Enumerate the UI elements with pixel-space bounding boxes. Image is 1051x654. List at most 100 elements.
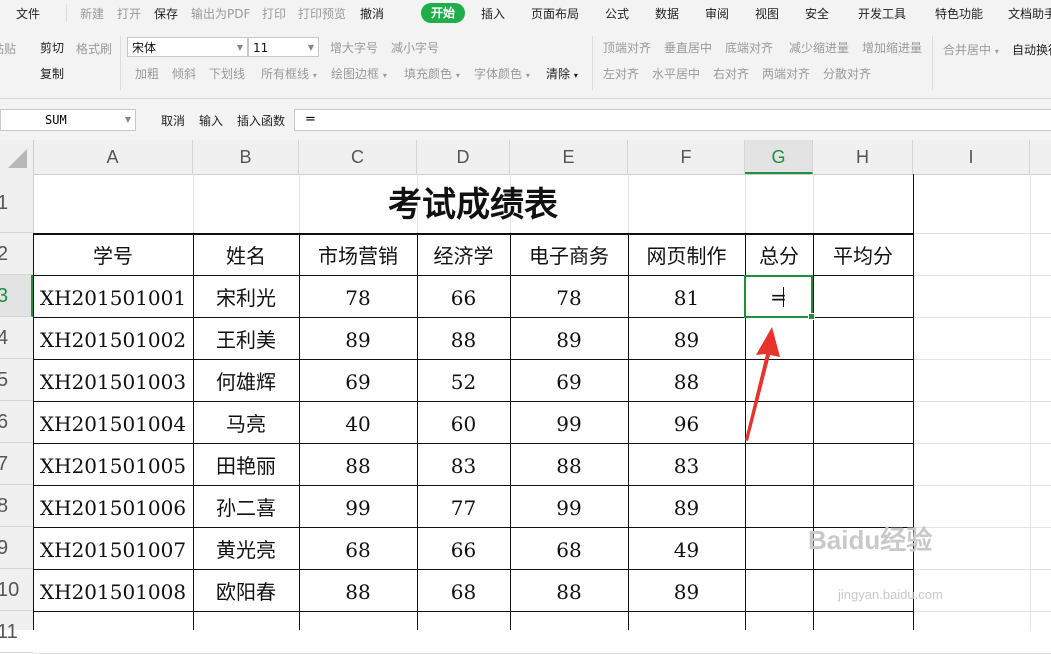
table-cell[interactable]: XH201501004 (33, 401, 193, 443)
table-cell[interactable]: 78 (299, 275, 417, 317)
shrink-font-button[interactable]: 减小字号 (391, 40, 439, 56)
table-cell[interactable]: 52 (417, 359, 510, 401)
justify-button[interactable]: 两端对齐 (762, 66, 810, 82)
paste-button[interactable]: 粘贴 (0, 41, 16, 57)
cancel-button[interactable]: 取消 (161, 113, 185, 129)
table-cell[interactable]: 69 (510, 359, 628, 401)
insert-function-button[interactable]: 插入函数 (237, 113, 285, 129)
tab-doc-assistant[interactable]: 文档助手 (1008, 5, 1051, 23)
increase-indent-button[interactable]: 增加缩进量 (862, 40, 922, 56)
export-pdf-button[interactable]: 输出为PDF (191, 5, 250, 23)
table-cell[interactable]: 68 (417, 569, 510, 611)
merge-center-button[interactable]: 合并居中 ▾ (943, 42, 999, 60)
select-all-corner[interactable] (0, 140, 34, 175)
table-cell[interactable]: 83 (628, 443, 745, 485)
enter-button[interactable]: 输入 (199, 113, 223, 129)
row-header-9[interactable]: 9 (0, 527, 33, 569)
new-button[interactable]: 新建 (80, 5, 104, 23)
table-cell[interactable]: 何雄辉 (193, 359, 299, 401)
header-cell[interactable]: 市场营销 (299, 233, 417, 275)
font-color-button[interactable]: 字体颜色 ▾ (474, 66, 530, 84)
table-cell[interactable]: XH201501001 (33, 275, 193, 317)
copy-button[interactable]: 复制 (40, 66, 64, 82)
all-borders-button[interactable]: 所有框线 ▾ (261, 66, 317, 84)
fill-handle[interactable] (808, 313, 815, 320)
table-cell[interactable]: 89 (510, 317, 628, 359)
center-align-button[interactable]: 水平居中 (652, 66, 700, 82)
tab-special[interactable]: 特色功能 (935, 5, 983, 23)
table-cell[interactable]: 81 (628, 275, 745, 317)
header-cell[interactable]: 平均分 (813, 233, 913, 275)
clear-button[interactable]: 清除 ▾ (546, 66, 578, 84)
column-header-f[interactable]: F (628, 140, 745, 174)
font-size-select[interactable]: 11 ▼ (248, 37, 319, 57)
table-cell[interactable]: XH201501002 (33, 317, 193, 359)
tab-formulas[interactable]: 公式 (605, 5, 629, 23)
row-header-5[interactable]: 5 (0, 359, 33, 401)
table-cell[interactable]: 田艳丽 (193, 443, 299, 485)
tab-view[interactable]: 视图 (755, 5, 779, 23)
italic-button[interactable]: 倾斜 (172, 66, 196, 82)
table-cell[interactable]: 68 (299, 527, 417, 569)
tab-developer[interactable]: 开发工具 (858, 5, 906, 23)
column-header-e[interactable]: E (510, 140, 628, 174)
top-align-button[interactable]: 顶端对齐 (603, 40, 651, 56)
column-header-h[interactable]: H (813, 140, 913, 174)
table-cell[interactable]: 78 (510, 275, 628, 317)
table-cell[interactable]: 66 (417, 275, 510, 317)
table-cell[interactable]: 宋利光 (193, 275, 299, 317)
bottom-align-button[interactable]: 底端对齐 (725, 40, 773, 56)
underline-button[interactable]: 下划线 (209, 66, 245, 82)
column-header-c[interactable]: C (299, 140, 417, 174)
table-cell[interactable]: 89 (628, 569, 745, 611)
header-cell[interactable]: 总分 (745, 233, 813, 275)
table-cell[interactable]: 89 (299, 317, 417, 359)
table-cell[interactable]: 王利美 (193, 317, 299, 359)
tab-review[interactable]: 审阅 (705, 5, 729, 23)
active-cell-selection[interactable]: = (744, 275, 815, 320)
table-cell[interactable]: 88 (299, 443, 417, 485)
table-cell[interactable]: 99 (510, 401, 628, 443)
cut-button[interactable]: 剪切 (40, 40, 64, 56)
table-cell[interactable]: 66 (417, 527, 510, 569)
save-button[interactable]: 保存 (154, 5, 178, 23)
fill-color-button[interactable]: 填充颜色 ▾ (404, 66, 460, 84)
table-cell[interactable]: 68 (510, 527, 628, 569)
row-header-3[interactable]: 3 (0, 275, 33, 317)
table-cell[interactable]: 77 (417, 485, 510, 527)
file-menu[interactable]: 文件 (16, 5, 40, 23)
row-header-8[interactable]: 8 (0, 485, 33, 527)
right-align-button[interactable]: 右对齐 (713, 66, 749, 82)
header-cell[interactable]: 姓名 (193, 233, 299, 275)
table-cell[interactable]: 孙二喜 (193, 485, 299, 527)
decrease-indent-button[interactable]: 减少缩进量 (789, 40, 849, 56)
table-cell[interactable]: 60 (417, 401, 510, 443)
tab-home[interactable]: 开始 (421, 3, 465, 23)
tab-insert[interactable]: 插入 (481, 5, 505, 23)
row-header-10[interactable]: 10 (0, 569, 33, 611)
column-header-a[interactable]: A (33, 140, 193, 174)
grow-font-button[interactable]: 增大字号 (330, 40, 378, 56)
column-header-d[interactable]: D (417, 140, 510, 174)
header-cell[interactable]: 学号 (33, 233, 193, 275)
table-cell[interactable]: 99 (299, 485, 417, 527)
print-preview-button[interactable]: 打印预览 (298, 5, 346, 23)
table-cell[interactable]: 88 (510, 569, 628, 611)
column-header-i[interactable]: I (913, 140, 1030, 174)
column-header-extra[interactable] (1030, 140, 1051, 174)
formula-input[interactable]: = (294, 109, 1051, 131)
table-cell[interactable]: 黄光亮 (193, 527, 299, 569)
table-cell[interactable]: 89 (628, 317, 745, 359)
row-header-6[interactable]: 6 (0, 401, 33, 443)
table-cell[interactable]: 99 (510, 485, 628, 527)
row-header-2[interactable]: 2 (0, 233, 33, 275)
tab-security[interactable]: 安全 (805, 5, 829, 23)
draw-border-button[interactable]: 绘图边框 ▾ (331, 66, 387, 84)
table-cell[interactable]: 88 (417, 317, 510, 359)
table-cell[interactable]: 欧阳春 (193, 569, 299, 611)
row-header-1[interactable]: 1 (0, 174, 33, 233)
tab-data[interactable]: 数据 (655, 5, 679, 23)
wrap-text-button[interactable]: 自动换行 (1012, 42, 1051, 58)
distributed-button[interactable]: 分散对齐 (823, 66, 871, 82)
header-cell[interactable]: 网页制作 (628, 233, 745, 275)
